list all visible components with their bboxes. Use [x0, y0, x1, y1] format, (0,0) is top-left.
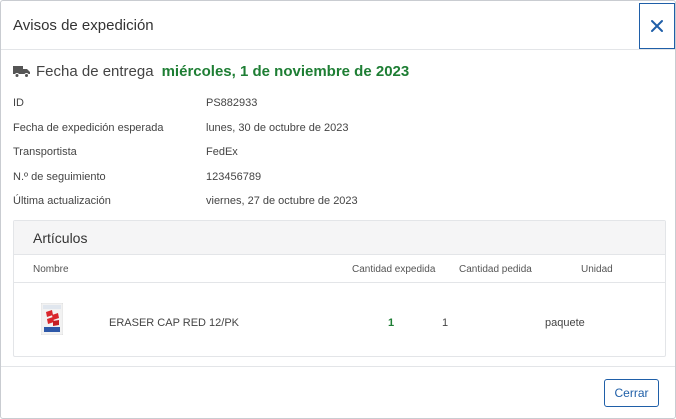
- info-row-expected-date: Fecha de expedición esperada lunes, 30 d…: [13, 116, 663, 141]
- tracking-label: N.º de seguimiento: [13, 170, 106, 183]
- last-update-label: Última actualización: [13, 195, 111, 208]
- expected-date-label: Fecha de expedición esperada: [13, 121, 164, 134]
- close-button[interactable]: [639, 3, 675, 49]
- info-row-last-update: Última actualización viernes, 27 de octu…: [13, 189, 663, 214]
- articles-card: Artículos Nombre Cantidad expedida Canti…: [13, 220, 666, 357]
- dialog-title: Avisos de expedición: [13, 17, 154, 34]
- delivery-date-label: Fecha de entrega: [36, 62, 154, 80]
- expected-date-value: lunes, 30 de octubre de 2023: [206, 121, 349, 134]
- articles-table-header: Nombre Cantidad expedida Cantidad pedida…: [14, 255, 665, 283]
- dialog-header: Avisos de expedición: [1, 1, 675, 50]
- column-ordered-qty: Cantidad pedida: [459, 264, 532, 275]
- info-row-id: ID PS882933: [13, 91, 663, 116]
- item-ordered-qty: 1: [442, 317, 449, 329]
- column-unit: Unidad: [581, 264, 613, 275]
- table-row: ERASER CAP RED 12/PK 1 1 paquete: [14, 283, 665, 355]
- carrier-label: Transportista: [13, 146, 77, 159]
- column-shipped-qty: Cantidad expedida: [352, 264, 436, 275]
- close-icon: [651, 20, 663, 32]
- info-row-tracking: N.º de seguimiento 123456789: [13, 165, 663, 190]
- shipment-info: ID PS882933 Fecha de expedición esperada…: [13, 91, 663, 214]
- footer-divider: [1, 366, 675, 367]
- delivery-date-row: Fecha de entrega miércoles, 1 de noviemb…: [13, 61, 409, 81]
- carrier-value: FedEx: [206, 146, 238, 159]
- info-row-carrier: Transportista FedEx: [13, 140, 663, 165]
- id-label: ID: [13, 97, 24, 110]
- item-name: ERASER CAP RED 12/PK: [109, 317, 240, 329]
- truck-icon: [13, 66, 30, 78]
- eraser-cap-product-image: [41, 303, 63, 335]
- delivery-date-value: miércoles, 1 de noviembre de 2023: [161, 62, 410, 80]
- column-name: Nombre: [33, 264, 69, 275]
- articles-title: Artículos: [14, 221, 665, 255]
- tracking-value: 123456789: [206, 170, 262, 183]
- cerrar-button[interactable]: Cerrar: [604, 379, 659, 407]
- id-value: PS882933: [206, 97, 258, 110]
- last-update-value: viernes, 27 de octubre de 2023: [206, 195, 358, 208]
- item-unit: paquete: [545, 317, 585, 329]
- shipment-notices-dialog: Avisos de expedición Fecha de entrega mi…: [0, 0, 676, 419]
- item-shipped-qty: 1: [388, 317, 395, 329]
